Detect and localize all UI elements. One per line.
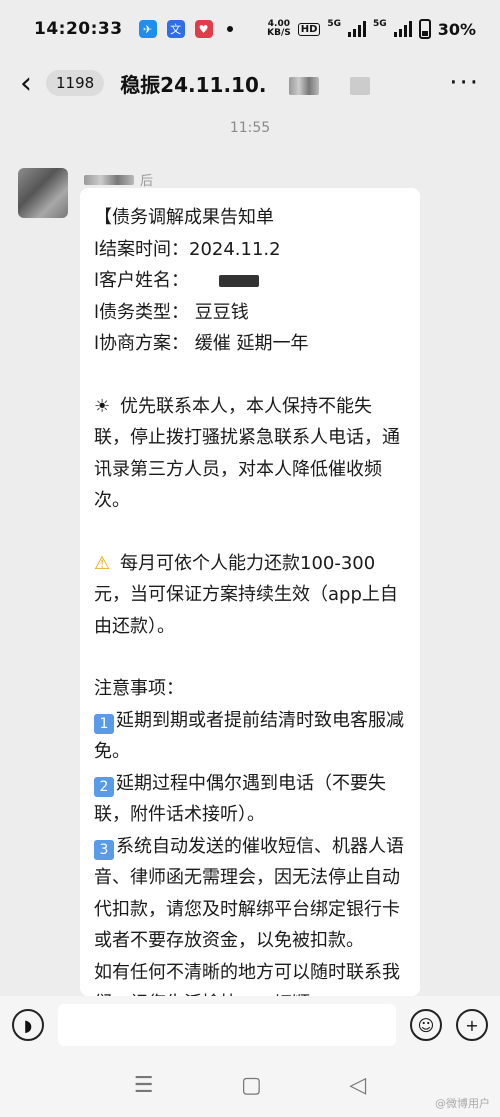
sig2-label: 5G <box>373 19 387 29</box>
status-bar: 14:20:33 ✈ 文 ♥ 4.00 KB/S HD 5G 5G 30% <box>0 0 500 58</box>
notification-icons: ✈ 文 ♥ <box>138 20 233 38</box>
chat-header: ‹ 1198 稳振24.11.10. ··· <box>0 58 500 108</box>
keycap-number-icon: 3 <box>94 839 114 860</box>
redacted-block <box>289 77 320 95</box>
voice-input-icon[interactable]: ◗ <box>12 1009 44 1041</box>
input-bar: ◗ ☺ + <box>0 996 500 1054</box>
sig1-label: 5G <box>327 19 342 29</box>
warning-icon: ⚠ <box>94 552 111 574</box>
note-text: 系统自动发送的催收短信、机器人语音、律师函无需理会，因无法停止自动代扣款，请您及… <box>94 835 404 952</box>
translate-app-icon: 文 <box>166 20 185 38</box>
chat-title: 稳振24.11.10. <box>120 69 449 98</box>
more-notifications-dot <box>226 26 233 32</box>
chat-title-text: 稳振24.11.10. <box>120 72 267 97</box>
redacted-block <box>84 174 134 185</box>
avatar[interactable] <box>18 168 68 218</box>
redacted-block <box>350 77 371 95</box>
note-item: 1 延期到期或者提前结清时致电客服减免。 <box>94 705 406 768</box>
net-speed-unit: KB/S <box>267 28 291 38</box>
keycap-number-icon: 2 <box>94 776 114 797</box>
message-bubble[interactable]: 【债务调解成果告知单 l结案时间：2024.11.2 l客户姓名： l债务类型：… <box>80 188 420 996</box>
msg-line: l协商方案： 缓催 延期一年 <box>94 333 309 354</box>
msg-paragraph-text: 优先联系本人，本人保持不能失联，停止拨打骚扰紧急联系人电话，通讯录第三方人员，对… <box>94 395 400 512</box>
red-app-icon: ♥ <box>194 20 213 38</box>
keycap-number-icon: 1 <box>94 713 114 734</box>
signal-icon <box>393 21 412 37</box>
unread-count-badge[interactable]: 1198 <box>46 70 105 96</box>
note-item: 2 延期过程中偶尔遇到电话（不要失联，附件话术接听）。 <box>94 768 406 831</box>
battery-percent: 30% <box>437 19 476 39</box>
emoji-icon[interactable]: ☺ <box>410 1009 442 1041</box>
more-options-icon[interactable]: ··· <box>449 68 480 98</box>
message-input[interactable] <box>58 1004 396 1046</box>
net-speed: 4.00 KB/S <box>267 20 291 38</box>
add-icon[interactable]: + <box>456 1009 488 1041</box>
paper-plane-app-icon: ✈ <box>138 20 157 38</box>
watermark: @微博用户 <box>435 1097 490 1110</box>
msg-line: l结案时间：2024.11.2 <box>94 238 281 260</box>
battery-icon <box>418 19 431 39</box>
back-arrow-icon[interactable]: ‹ <box>20 66 46 101</box>
msg-line-text: l客户姓名： <box>94 270 190 291</box>
note-text: 延期过程中偶尔遇到电话（不要失联，附件话术接听）。 <box>94 772 386 826</box>
msg-paragraph-text: 每月可依个人能力还款100-300元，当可保证方案持续生效（app上自由还款）。 <box>94 552 398 637</box>
sun-icon: ☀ <box>94 395 111 417</box>
system-nav-bar: ☰ ▢ ◁ <box>0 1054 500 1117</box>
back-triangle-icon[interactable]: ◁ <box>349 1073 366 1098</box>
msg-closing: 如有任何不清晰的地方可以随时联系我们，祝您生活愉快，一切顺 <box>94 961 400 997</box>
msg-line: l债务类型： 豆豆钱 <box>94 301 249 323</box>
signal-icon <box>348 21 367 37</box>
msg-line: 【债务调解成果告知单 <box>94 207 274 228</box>
hd-icon: HD <box>297 22 321 36</box>
status-time: 14:20:33 <box>34 19 123 39</box>
message-timestamp: 11:55 <box>229 120 271 136</box>
menu-icon[interactable]: ☰ <box>134 1073 154 1098</box>
msg-paragraph: ☀ 优先联系本人，本人保持不能失联，停止拨打骚扰紧急联系人电话，通讯录第三方人员，… <box>94 391 406 517</box>
redacted-block <box>219 275 260 287</box>
notes-title: 注意事项： <box>94 678 184 699</box>
note-text: 延期到期或者提前结清时致电客服减免。 <box>94 709 404 763</box>
sender-name: 后 <box>84 170 153 189</box>
home-icon[interactable]: ▢ <box>241 1073 262 1098</box>
msg-line: l客户姓名： <box>94 265 406 297</box>
sender-suffix: 后 <box>140 174 154 189</box>
note-item: 3 系统自动发送的催收短信、机器人语音、律师函无需理会，因无法停止自动代扣款，请您… <box>94 831 406 957</box>
msg-paragraph: ⚠ 每月可依个人能力还款100-300元，当可保证方案持续生效（app上自由还款）… <box>94 548 406 643</box>
